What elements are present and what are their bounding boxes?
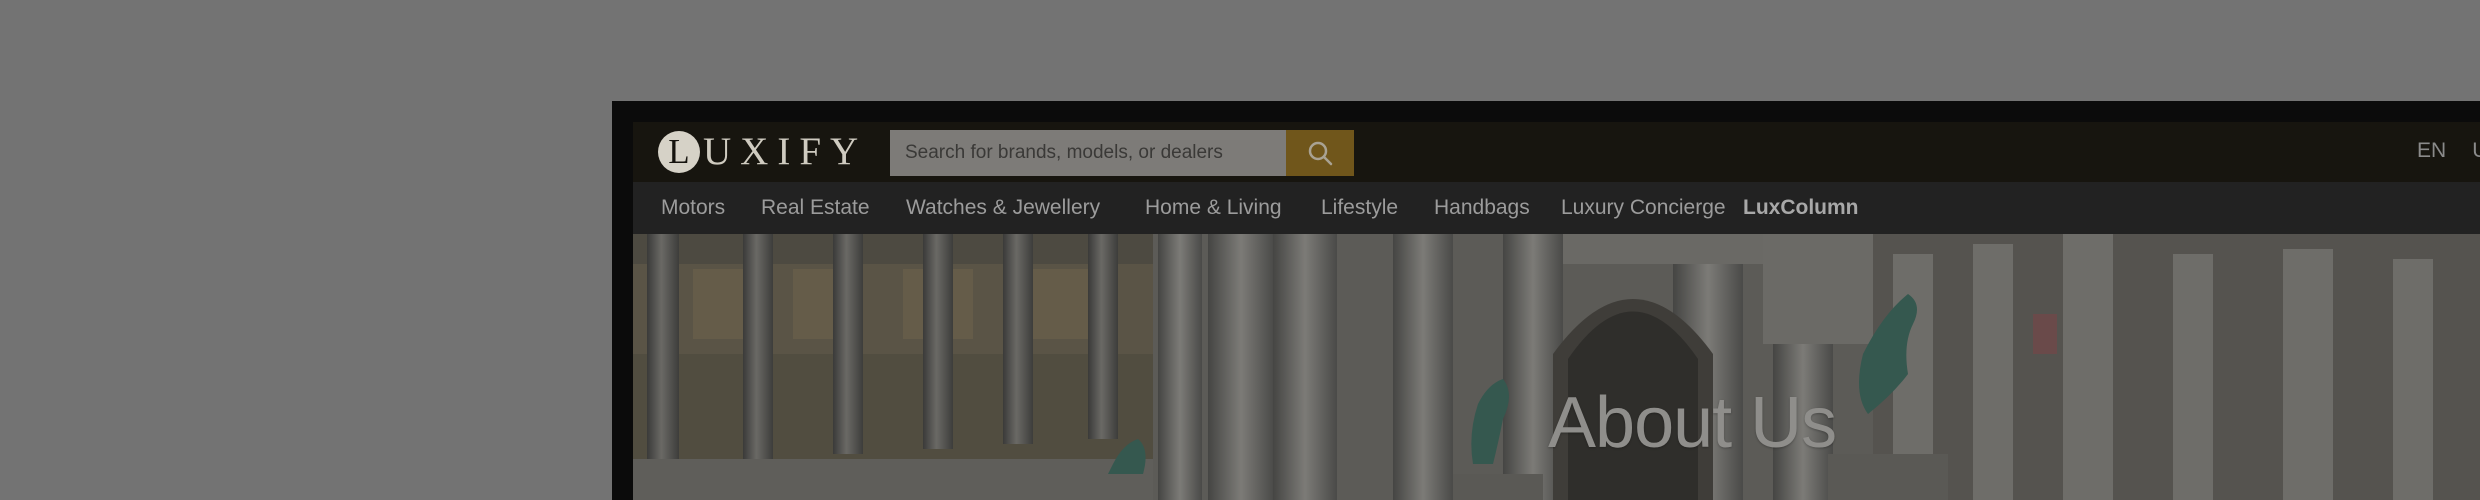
nav-item-home-living[interactable]: Home & Living <box>1145 196 1282 220</box>
search-icon <box>1308 141 1333 166</box>
luxify-logo[interactable]: L UXIFY <box>658 131 867 173</box>
nav-item-watches-jewellery[interactable]: Watches & Jewellery <box>906 196 1100 220</box>
logo-badge: L <box>658 131 700 173</box>
lang-next[interactable]: U <box>2472 139 2480 163</box>
nav-item-luxcolumn[interactable]: LuxColumn <box>1743 196 1859 220</box>
search-bar <box>890 130 1354 176</box>
logo-wordmark: UXIFY <box>703 130 868 173</box>
nav-item-luxury-concierge[interactable]: Luxury Concierge <box>1561 196 1726 220</box>
language-switcher: EN U <box>2417 139 2480 163</box>
nav-item-real-estate[interactable]: Real Estate <box>761 196 870 220</box>
hero-title: About Us <box>1548 383 1837 463</box>
nav-item-lifestyle[interactable]: Lifestyle <box>1321 196 1398 220</box>
page: L UXIFY EN U Motors Real Estate Watches … <box>633 122 2480 500</box>
site-header: L UXIFY EN U <box>633 122 2480 182</box>
main-nav: Motors Real Estate Watches & Jewellery H… <box>633 182 2480 234</box>
nav-item-motors[interactable]: Motors <box>661 196 725 220</box>
nav-item-handbags[interactable]: Handbags <box>1434 196 1530 220</box>
search-button[interactable] <box>1286 130 1354 176</box>
hero-banner: About Us <box>633 234 2480 500</box>
lang-current[interactable]: EN <box>2417 139 2446 163</box>
search-input[interactable] <box>890 130 1286 176</box>
